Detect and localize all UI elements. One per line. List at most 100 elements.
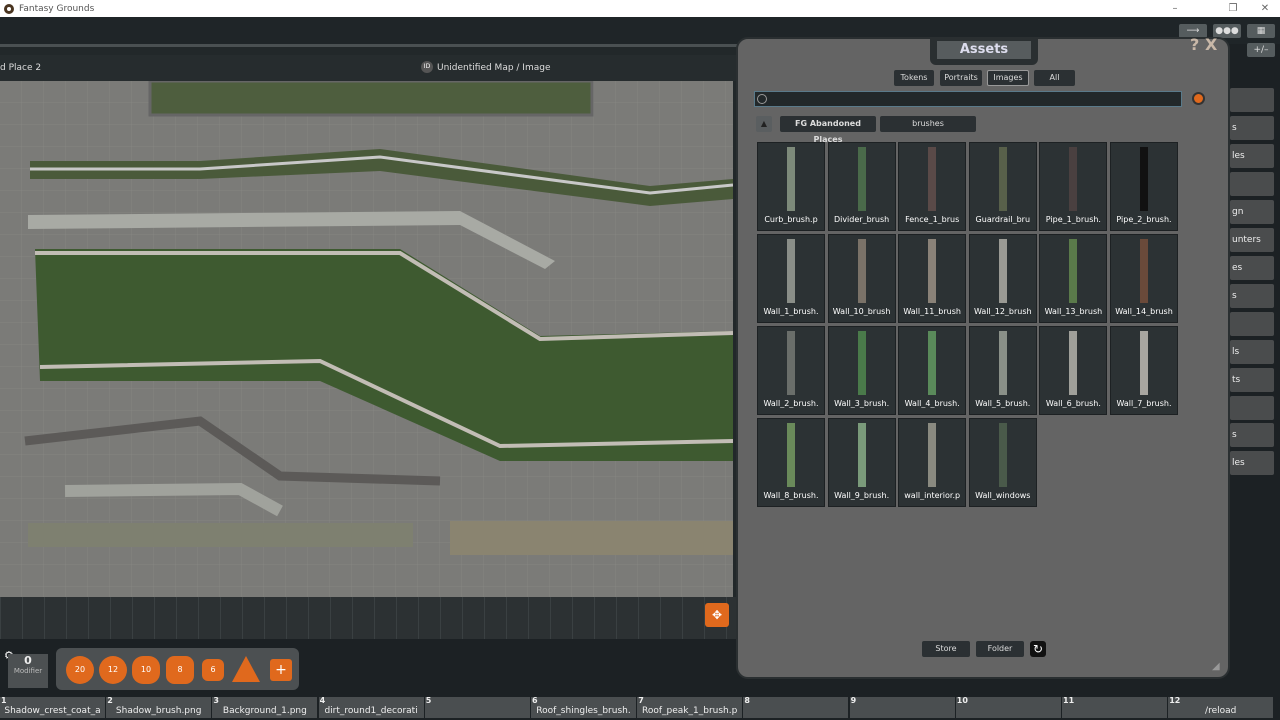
hotbar-slot[interactable]: 4dirt_round1_decorati xyxy=(319,697,424,718)
help-button[interactable]: ? xyxy=(1190,35,1199,54)
sidebar-item[interactable] xyxy=(1230,88,1274,112)
refresh-icon[interactable]: ↻ xyxy=(1030,641,1046,657)
sidebar-item[interactable]: s xyxy=(1230,284,1274,308)
d12-icon[interactable]: 12 xyxy=(99,656,127,684)
sidebar-item[interactable]: les xyxy=(1230,451,1274,475)
identified-toggle-icon[interactable]: ID xyxy=(421,61,433,73)
asset-thumbnail[interactable]: Guardrail_bru xyxy=(969,142,1037,231)
asset-thumbnail[interactable]: Wall_10_brush xyxy=(828,234,896,323)
store-button[interactable]: Store xyxy=(922,641,970,657)
map-image[interactable] xyxy=(0,81,733,597)
map-header: d Place 2 ID Unidentified Map / Image xyxy=(0,55,738,81)
sidebar-item[interactable]: unters xyxy=(1230,228,1274,252)
asset-thumbnail[interactable]: Wall_11_brush xyxy=(898,234,966,323)
slot-number: 10 xyxy=(957,696,968,705)
modifier-box[interactable]: 0 Modifier xyxy=(8,654,48,688)
tab-portraits[interactable]: Portraits xyxy=(940,70,982,86)
breadcrumb-folder[interactable]: brushes xyxy=(880,116,976,132)
slot-number: 7 xyxy=(638,696,644,705)
asset-preview xyxy=(787,331,795,395)
add-dice-button[interactable]: + xyxy=(270,659,292,681)
sidebar-item[interactable] xyxy=(1230,396,1274,420)
asset-thumbnail[interactable]: Wall_3_brush. xyxy=(828,326,896,415)
asset-preview xyxy=(787,239,795,303)
asset-thumbnail[interactable]: Wall_4_brush. xyxy=(898,326,966,415)
sidebar-item[interactable]: s xyxy=(1230,423,1274,447)
hotbar-slot[interactable]: 3Background_1.png xyxy=(212,697,317,718)
tab-tokens[interactable]: Tokens xyxy=(894,70,934,86)
asset-preview xyxy=(787,423,795,487)
asset-label: Wall_10_brush xyxy=(829,307,895,316)
asset-label: Wall_12_brush xyxy=(970,307,1036,316)
close-window-button[interactable]: ✕ xyxy=(1250,0,1280,17)
asset-thumbnail[interactable]: Wall_12_brush xyxy=(969,234,1037,323)
grid-view-icon[interactable] xyxy=(1192,92,1205,105)
slot-number: 12 xyxy=(1169,696,1180,705)
asset-thumbnail[interactable]: Wall_6_brush. xyxy=(1039,326,1107,415)
hotbar-slot[interactable]: 10 xyxy=(956,697,1061,718)
asset-thumbnail[interactable]: Fence_1_brus xyxy=(898,142,966,231)
asset-preview xyxy=(858,239,866,303)
sidebar-item[interactable]: les xyxy=(1230,144,1274,168)
asset-preview xyxy=(928,423,936,487)
asset-thumbnail[interactable]: Wall_7_brush. xyxy=(1110,326,1178,415)
asset-label: Wall_5_brush. xyxy=(970,399,1036,408)
asset-preview xyxy=(787,147,795,211)
sidebar-item[interactable]: gn xyxy=(1230,200,1274,224)
sidebar-item[interactable]: es xyxy=(1230,256,1274,280)
folder-button[interactable]: Folder xyxy=(976,641,1024,657)
resize-handle-icon[interactable]: ◢ xyxy=(1212,661,1220,672)
slot-label: Shadow_crest_coat_a xyxy=(0,706,105,716)
hotbar-slot[interactable]: 6Roof_shingles_brush. xyxy=(531,697,636,718)
sidebar-item[interactable] xyxy=(1230,312,1274,336)
sidebar-item[interactable]: s xyxy=(1230,116,1274,140)
asset-thumbnail[interactable]: Wall_8_brush. xyxy=(757,418,825,507)
d20-icon[interactable]: 20 xyxy=(66,656,94,684)
search-input[interactable] xyxy=(754,91,1182,107)
maximize-button[interactable]: ❐ xyxy=(1218,0,1248,17)
asset-thumbnail[interactable]: Wall_windows xyxy=(969,418,1037,507)
d6-icon[interactable]: 6 xyxy=(202,659,224,681)
d4-icon[interactable]: 4 xyxy=(232,656,260,682)
hotbar-slot[interactable]: 8 xyxy=(743,697,848,718)
asset-thumbnail[interactable]: Divider_brush xyxy=(828,142,896,231)
asset-thumbnail[interactable]: Wall_9_brush. xyxy=(828,418,896,507)
hotbar-slot[interactable]: 5 xyxy=(425,697,530,718)
sidebar-item[interactable]: ls xyxy=(1230,340,1274,364)
asset-thumbnail[interactable]: Wall_2_brush. xyxy=(757,326,825,415)
asset-thumbnail[interactable]: Wall_13_brush xyxy=(1039,234,1107,323)
asset-thumbnail[interactable]: Wall_14_brush xyxy=(1110,234,1178,323)
asset-label: Pipe_2_brush. xyxy=(1111,215,1177,224)
asset-thumbnail[interactable]: wall_interior.p xyxy=(898,418,966,507)
hotbar-slot[interactable]: 7Roof_peak_1_brush.p xyxy=(637,697,742,718)
asset-thumbnail[interactable]: Curb_brush.p xyxy=(757,142,825,231)
asset-thumbnail[interactable]: Pipe_1_brush. xyxy=(1039,142,1107,231)
asset-thumbnail[interactable]: Pipe_2_brush. xyxy=(1110,142,1178,231)
slot-label: Shadow_brush.png xyxy=(106,706,211,716)
hotbar-slot[interactable]: 9 xyxy=(850,697,955,718)
hotbar-slot[interactable]: 1Shadow_crest_coat_a xyxy=(0,697,105,718)
hotbar-slot[interactable]: 2Shadow_brush.png xyxy=(106,697,211,718)
breadcrumb-root[interactable]: FG Abandoned Places xyxy=(780,116,876,132)
tab-all[interactable]: All xyxy=(1034,70,1075,86)
hotbar-slot[interactable]: 12/reload xyxy=(1168,697,1273,718)
minimize-button[interactable]: – xyxy=(1160,0,1190,17)
asset-label: Wall_9_brush. xyxy=(829,491,895,500)
modifier-toggle-button[interactable]: +/– xyxy=(1247,43,1275,57)
app-logo-icon xyxy=(4,4,14,14)
close-button[interactable]: X xyxy=(1205,35,1217,54)
asset-label: Divider_brush xyxy=(829,215,895,224)
folder-up-button[interactable]: ▲ xyxy=(756,116,772,132)
sidebar-item[interactable] xyxy=(1230,172,1274,196)
map-tools-icon[interactable]: ✥ xyxy=(705,603,729,627)
asset-preview xyxy=(1069,147,1077,211)
calendar-icon[interactable]: ▦ xyxy=(1247,24,1275,38)
hotbar-slot[interactable]: 11 xyxy=(1062,697,1167,718)
asset-thumbnail[interactable]: Wall_1_brush. xyxy=(757,234,825,323)
sidebar-item[interactable]: ts xyxy=(1230,368,1274,392)
asset-label: Wall_7_brush. xyxy=(1111,399,1177,408)
d10-icon[interactable]: 10 xyxy=(132,656,160,684)
d8-icon[interactable]: 8 xyxy=(166,656,194,684)
asset-thumbnail[interactable]: Wall_5_brush. xyxy=(969,326,1037,415)
tab-images[interactable]: Images xyxy=(987,70,1029,86)
